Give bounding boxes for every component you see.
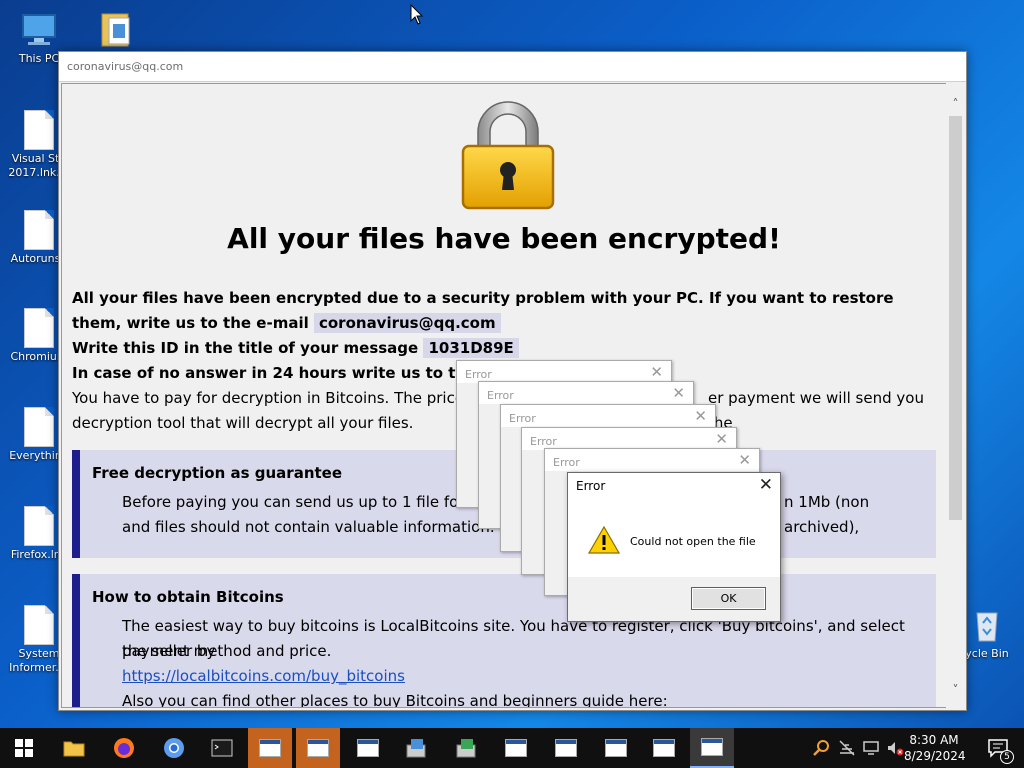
localbitcoins-link[interactable]: https://localbitcoins.com/buy_bitcoins [122, 667, 405, 685]
dialog-title: Error [553, 456, 580, 469]
taskbar-firefox[interactable] [102, 728, 146, 768]
chromium-icon [164, 738, 184, 758]
taskbar-installer[interactable] [394, 728, 438, 768]
folder-icon [63, 741, 85, 757]
taskbar-window[interactable] [594, 728, 638, 768]
network-disabled-icon[interactable] [838, 739, 856, 757]
window-icon [259, 739, 281, 757]
taskbar-file-explorer[interactable] [52, 728, 96, 768]
desktop-icon-folder[interactable] [80, 10, 154, 52]
file-icon [24, 506, 54, 546]
id-paragraph: Write this ID in the title of your messa… [72, 336, 936, 361]
window-title: coronavirus@qq.com [59, 52, 966, 82]
file-icon [24, 210, 54, 250]
close-icon[interactable]: ✕ [715, 430, 728, 448]
contact-email: coronavirus@qq.com [313, 313, 501, 333]
recycle-bin-icon [976, 612, 998, 642]
display-icon[interactable] [862, 739, 880, 757]
system-tray [812, 728, 904, 768]
window-icon [357, 739, 379, 757]
vertical-scrollbar[interactable]: ˄ ˅ [947, 90, 964, 704]
close-icon[interactable]: ✕ [759, 475, 773, 495]
close-icon[interactable]: ✕ [672, 384, 685, 402]
taskbar-terminal[interactable] [200, 728, 244, 768]
window-icon [307, 739, 329, 757]
dialog-title: Error [465, 368, 492, 381]
taskbar-window[interactable] [642, 728, 686, 768]
file-icon [24, 308, 54, 348]
folder-icon [101, 13, 130, 47]
dialog-title: Error [509, 412, 536, 425]
error-dialog-front[interactable]: Error ✕ Could not open the file OK [567, 472, 781, 622]
file-icon [24, 110, 54, 150]
volume-muted-icon[interactable] [886, 739, 904, 757]
taskbar: 8:30 AM 8/29/2024 5 [0, 728, 1024, 768]
padlock-icon [461, 101, 555, 210]
taskbar-window[interactable] [544, 728, 588, 768]
clock-time: 8:30 AM [909, 733, 959, 747]
window-icon [653, 739, 675, 757]
close-icon[interactable]: ✕ [738, 451, 751, 469]
search-icon[interactable] [812, 739, 830, 757]
taskbar-installer[interactable] [444, 728, 488, 768]
close-icon[interactable]: ✕ [650, 363, 663, 381]
terminal-icon [211, 739, 233, 757]
error-message: Could not open the file [630, 535, 756, 548]
panel-line-2: payment method and price. [122, 642, 332, 660]
obtain-bitcoins-panel: How to obtain Bitcoins The easiest way t… [72, 574, 936, 708]
installer-icon [406, 739, 426, 758]
close-icon[interactable]: ✕ [694, 407, 707, 425]
dialog-title: Error [576, 479, 606, 493]
warning-icon [588, 526, 620, 554]
firefox-icon [114, 738, 134, 758]
pc-icon [22, 14, 56, 45]
taskbar-window[interactable] [248, 728, 292, 768]
scroll-down-icon[interactable]: ˅ [947, 680, 964, 700]
panel-line-3: Also you can find other places to buy Bi… [122, 692, 668, 708]
scroll-up-icon[interactable]: ˄ [947, 94, 964, 114]
panel-title: Free decryption as guarantee [92, 464, 343, 482]
taskbar-window[interactable] [296, 728, 340, 768]
headline: All your files have been encrypted! [227, 222, 781, 255]
windows-logo-icon [15, 739, 33, 757]
dialog-title: Error [487, 389, 514, 402]
taskbar-window-active[interactable] [690, 728, 734, 768]
taskbar-window[interactable] [346, 728, 390, 768]
ok-button[interactable]: OK [691, 587, 766, 610]
clock-date: 8/29/2024 [904, 749, 966, 763]
intro-paragraph: All your files have been encrypted due t… [72, 286, 936, 336]
taskbar-window[interactable] [494, 728, 538, 768]
window-icon [605, 739, 627, 757]
taskbar-chromium[interactable] [152, 728, 196, 768]
victim-id: 1031D89E [423, 338, 519, 358]
window-icon [505, 739, 527, 757]
dialog-footer: OK [568, 577, 780, 621]
file-icon [24, 605, 54, 645]
scroll-thumb[interactable] [949, 116, 962, 520]
id-instruction: Write this ID in the title of your messa… [72, 339, 419, 357]
start-button[interactable] [2, 728, 46, 768]
notification-count-badge: 5 [1000, 750, 1014, 764]
window-icon [701, 738, 723, 756]
mouse-cursor-icon [410, 4, 424, 25]
dialog-title: Error [530, 435, 557, 448]
file-icon [24, 407, 54, 447]
panel-title: How to obtain Bitcoins [92, 588, 284, 606]
notification-center-button[interactable]: 5 [976, 728, 1020, 768]
clock[interactable]: 8:30 AM 8/29/2024 [904, 732, 966, 764]
window-icon [555, 739, 577, 757]
installer-icon [456, 739, 476, 758]
